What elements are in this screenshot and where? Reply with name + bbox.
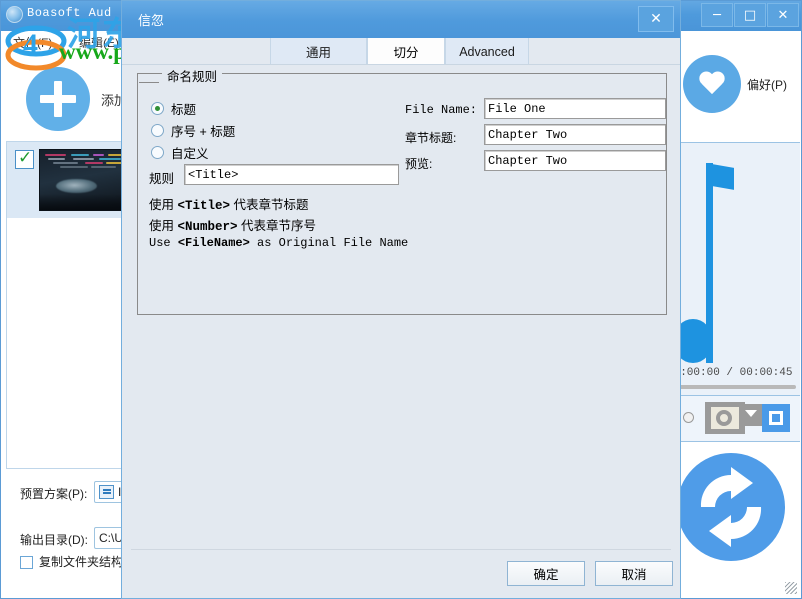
preview-label: 预览: xyxy=(405,157,433,171)
dialog-body: 命名规则 标题 序号 + 标题 自定义 规则 <Title> 使用 <Title… xyxy=(122,65,680,598)
time-separator: / xyxy=(726,367,734,379)
right-panel: 偏好(P) 00:00:00 / 00:00:45 xyxy=(662,32,800,597)
time-display: 00:00:00 / 00:00:45 xyxy=(667,367,796,379)
chapter-title-label: 章节标题: xyxy=(405,131,457,145)
hint-title-code: <Title> xyxy=(177,199,230,213)
hint-title: 使用 <Title> 代表章节标题 xyxy=(149,194,308,213)
dialog-close-button[interactable]: ✕ xyxy=(638,6,674,32)
settings-dialog: 信忽 ✕ 通用 切分 Advanced 命名规则 标题 序号 + 标题 自定义 … xyxy=(121,0,681,599)
chapter-title-input[interactable]: Chapter Two xyxy=(484,124,666,145)
hint-title-pre: 使用 xyxy=(149,198,178,212)
plus-icon[interactable] xyxy=(26,67,90,131)
hint-number-post: 代表章节序号 xyxy=(237,219,316,233)
convert-area xyxy=(663,443,800,597)
chapter-title-value: Chapter Two xyxy=(488,127,568,142)
thumbnail-scene xyxy=(56,178,97,194)
output-label: 输出目录(D): xyxy=(20,533,88,547)
preview-area: 00:00:00 / 00:00:45 xyxy=(663,142,800,442)
file-name-input[interactable]: File One xyxy=(484,98,666,119)
cancel-button[interactable]: 取消 xyxy=(595,561,673,586)
hint-title-post: 代表章节标题 xyxy=(230,198,309,212)
dialog-titlebar: 信忽 ✕ xyxy=(122,1,680,38)
dialog-footer-divider xyxy=(131,549,671,550)
thumbnail-hud-overlay xyxy=(43,153,126,169)
heart-icon[interactable] xyxy=(683,55,741,113)
dialog-tabstrip: 通用 切分 Advanced xyxy=(122,38,680,65)
tab-general[interactable]: 通用 xyxy=(270,38,367,65)
minimize-button[interactable]: ─ xyxy=(701,3,733,27)
video-thumbnail[interactable] xyxy=(39,149,130,211)
radio-number-title-indicator xyxy=(151,124,164,137)
hint-filename-code: <FileName> xyxy=(177,236,250,250)
rule-label: 规则 xyxy=(149,172,175,186)
hint-filename: Use <FileName> as Original File Name xyxy=(149,236,408,250)
radio-title-label: 标题 xyxy=(171,103,197,117)
dialog-title: 信忽 xyxy=(138,13,165,28)
app-title: Boasoft Aud xyxy=(27,6,112,20)
time-total: 00:00:45 xyxy=(739,367,793,379)
hint-filename-post: as Original File Name xyxy=(249,236,409,250)
row-checkbox[interactable]: ✓ xyxy=(15,148,34,169)
check-icon: ✓ xyxy=(18,148,33,168)
preset-label: 预置方案(P): xyxy=(20,487,88,501)
player-toolbar xyxy=(663,395,800,441)
maximize-button[interactable]: □ xyxy=(734,3,766,27)
preferences-area[interactable]: 偏好(P) xyxy=(663,32,800,142)
camera-icon[interactable] xyxy=(705,402,745,434)
chevron-down-icon[interactable] xyxy=(745,410,757,417)
rule-input[interactable]: <Title> xyxy=(184,164,399,185)
app-logo-icon xyxy=(6,6,23,23)
preview-input[interactable]: Chapter Two xyxy=(484,150,666,171)
play-button[interactable] xyxy=(683,412,694,423)
hint-number-code: <Number> xyxy=(177,220,238,234)
screenshot-root: Boasoft Aud ─ □ ✕ 文件(F) 编辑(E) 添加文 ✓ xyxy=(0,0,802,599)
radio-number-title-label: 序号 + 标题 xyxy=(171,125,236,139)
seek-slider[interactable] xyxy=(667,385,796,389)
file-name-label: File Name: xyxy=(405,103,478,117)
tab-split[interactable]: 切分 xyxy=(367,38,445,65)
copy-folder-label: 复制文件夹结构( xyxy=(39,555,127,569)
ok-button[interactable]: 确定 xyxy=(507,561,585,586)
preferences-label: 偏好(P) xyxy=(747,78,787,92)
menu-file[interactable]: 文件(F) xyxy=(13,34,52,51)
naming-rules-group: 命名规则 标题 序号 + 标题 自定义 规则 <Title> 使用 <Title… xyxy=(137,66,667,315)
output-value: C:\U xyxy=(99,531,123,545)
fullscreen-icon[interactable] xyxy=(762,404,790,432)
close-button[interactable]: ✕ xyxy=(767,3,799,27)
naming-rules-title: 命名规则 xyxy=(162,66,223,85)
preset-icon xyxy=(99,485,114,499)
hint-number-pre: 使用 xyxy=(149,219,178,233)
window-controls: ─ □ ✕ xyxy=(701,3,799,27)
tab-advanced[interactable]: Advanced xyxy=(445,38,529,65)
preview-value: Chapter Two xyxy=(488,153,568,168)
radio-custom-label: 自定义 xyxy=(171,147,209,161)
menu-edit[interactable]: 编辑(E) xyxy=(79,34,119,51)
radio-option-number-title[interactable]: 序号 + 标题 xyxy=(151,121,235,140)
thumbnail-vignette xyxy=(40,194,129,210)
rule-input-value: <Title> xyxy=(188,167,239,182)
radio-custom-indicator xyxy=(151,146,164,159)
radio-option-custom[interactable]: 自定义 xyxy=(151,143,209,162)
hint-number: 使用 <Number> 代表章节序号 xyxy=(149,215,316,234)
resize-grip[interactable] xyxy=(785,582,797,594)
copy-folder-checkbox[interactable] xyxy=(20,556,33,569)
radio-option-title[interactable]: 标题 xyxy=(151,99,196,118)
hint-filename-pre: Use xyxy=(149,236,178,250)
refresh-convert-icon[interactable] xyxy=(677,453,785,561)
file-name-value: File One xyxy=(488,101,546,116)
radio-title-indicator xyxy=(151,102,164,115)
